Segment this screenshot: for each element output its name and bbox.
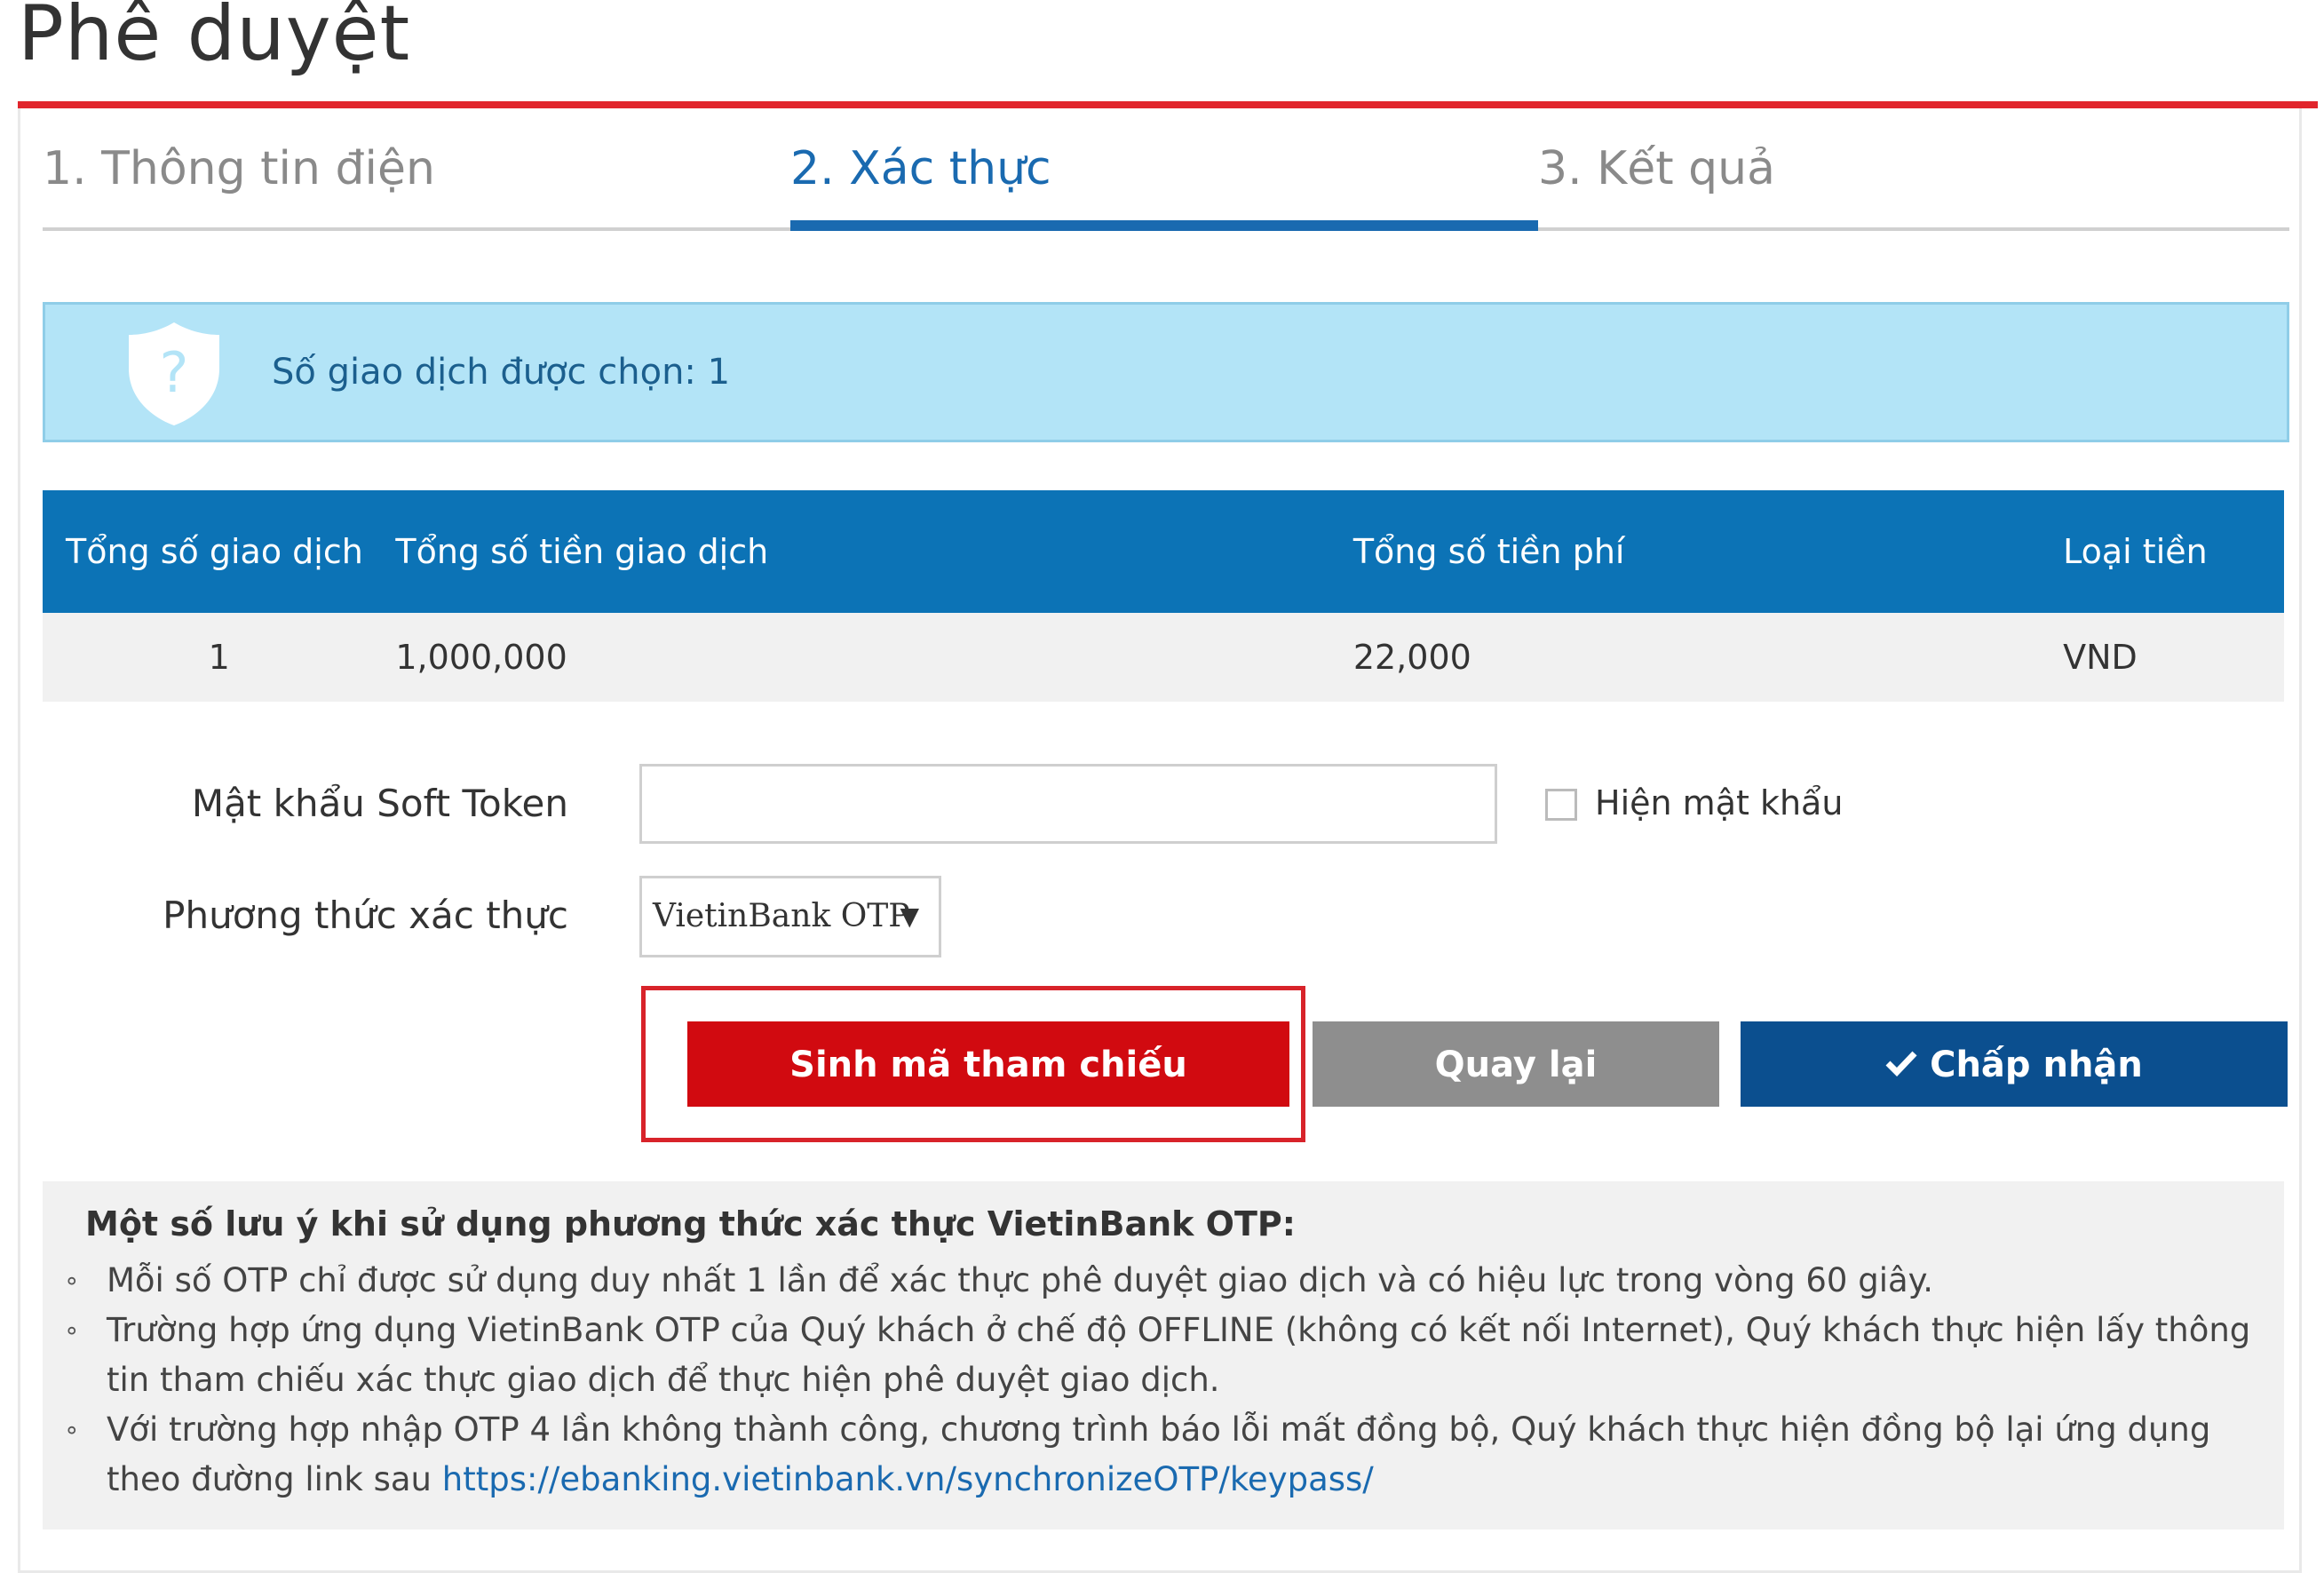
shield-question-icon: ? (129, 322, 219, 425)
step-label: 1. Thông tin điện (43, 142, 435, 195)
generate-reference-button[interactable]: Sinh mã tham chiếu (687, 1021, 1289, 1107)
step-xac-thuc[interactable]: 2. Xác thực (790, 124, 1538, 231)
cell-currency: VND (2063, 613, 2284, 702)
col-header-currency: Loại tiền (2063, 490, 2284, 613)
accept-label: Chấp nhận (1930, 1045, 2143, 1085)
page-title: Phê duyệt (18, 0, 411, 78)
selected-transactions-text: Số giao dịch được chọn: 1 (272, 352, 731, 393)
chevron-down-icon: ▼ (900, 902, 919, 931)
check-icon (1885, 1051, 1917, 1076)
step-thong-tin-dien[interactable]: 1. Thông tin điện (43, 124, 790, 227)
notes-list: ∘ Mỗi số OTP chỉ được sử dụng duy nhất 1… (64, 1256, 2256, 1505)
active-step-indicator (790, 220, 1538, 231)
table-row: 1 1,000,000 22,000 VND (43, 613, 2284, 702)
list-item: ∘ Trường hợp ứng dụng VietinBank OTP của… (64, 1306, 2256, 1405)
notes-title: Một số lưu ý khi sử dụng phương thức xác… (85, 1204, 1296, 1243)
bullet-icon: ∘ (64, 1266, 80, 1295)
step-label: 2. Xác thực (790, 142, 1051, 195)
sync-otp-link[interactable]: https://ebanking.vietinbank.vn/synchroni… (442, 1460, 1374, 1498)
note-text: Trường hợp ứng dụng VietinBank OTP của Q… (107, 1311, 2251, 1399)
soft-token-input[interactable] (639, 764, 1497, 844)
bullet-icon: ∘ (64, 1315, 80, 1345)
list-item: ∘ Mỗi số OTP chỉ được sử dụng duy nhất 1… (64, 1256, 2256, 1306)
show-password-checkbox[interactable] (1545, 789, 1577, 821)
info-alert: ? Số giao dịch được chọn: 1 (43, 302, 2289, 442)
auth-method-label: Phương thức xác thực (163, 894, 568, 937)
list-item: ∘ Với trường hợp nhập OTP 4 lần không th… (64, 1405, 2256, 1505)
svg-text:?: ? (160, 340, 189, 405)
bullet-icon: ∘ (64, 1415, 80, 1444)
auth-method-select[interactable]: VietinBank OTP ▼ (639, 876, 941, 957)
col-header-total-amount: Tổng số tiền giao dịch (395, 490, 1353, 613)
auth-method-selected: VietinBank OTP (653, 898, 910, 934)
summary-table: Tổng số giao dịch Tổng số tiền giao dịch… (43, 490, 2284, 702)
show-password-label[interactable]: Hiện mật khẩu (1595, 783, 1843, 822)
notes-panel: Một số lưu ý khi sử dụng phương thức xác… (43, 1181, 2284, 1529)
back-button[interactable]: Quay lại (1313, 1021, 1719, 1107)
cell-total-amount: 1,000,000 (395, 613, 1353, 702)
col-header-total-fee: Tổng số tiền phí (1352, 490, 2064, 613)
cell-total-count: 1 (43, 613, 396, 702)
step-label: 3. Kết quả (1538, 142, 1775, 195)
step-tabs: 1. Thông tin điện 2. Xác thực 3. Kết quả (43, 124, 2289, 231)
table-header-row: Tổng số giao dịch Tổng số tiền giao dịch… (43, 490, 2284, 613)
title-divider (18, 101, 2318, 108)
note-text: Mỗi số OTP chỉ được sử dụng duy nhất 1 l… (107, 1261, 1934, 1299)
cell-total-fee: 22,000 (1352, 613, 2064, 702)
soft-token-label: Mật khẩu Soft Token (191, 782, 568, 825)
step-ket-qua[interactable]: 3. Kết quả (1538, 124, 2289, 227)
accept-button[interactable]: Chấp nhận (1741, 1021, 2288, 1107)
col-header-total-count: Tổng số giao dịch (43, 490, 396, 613)
